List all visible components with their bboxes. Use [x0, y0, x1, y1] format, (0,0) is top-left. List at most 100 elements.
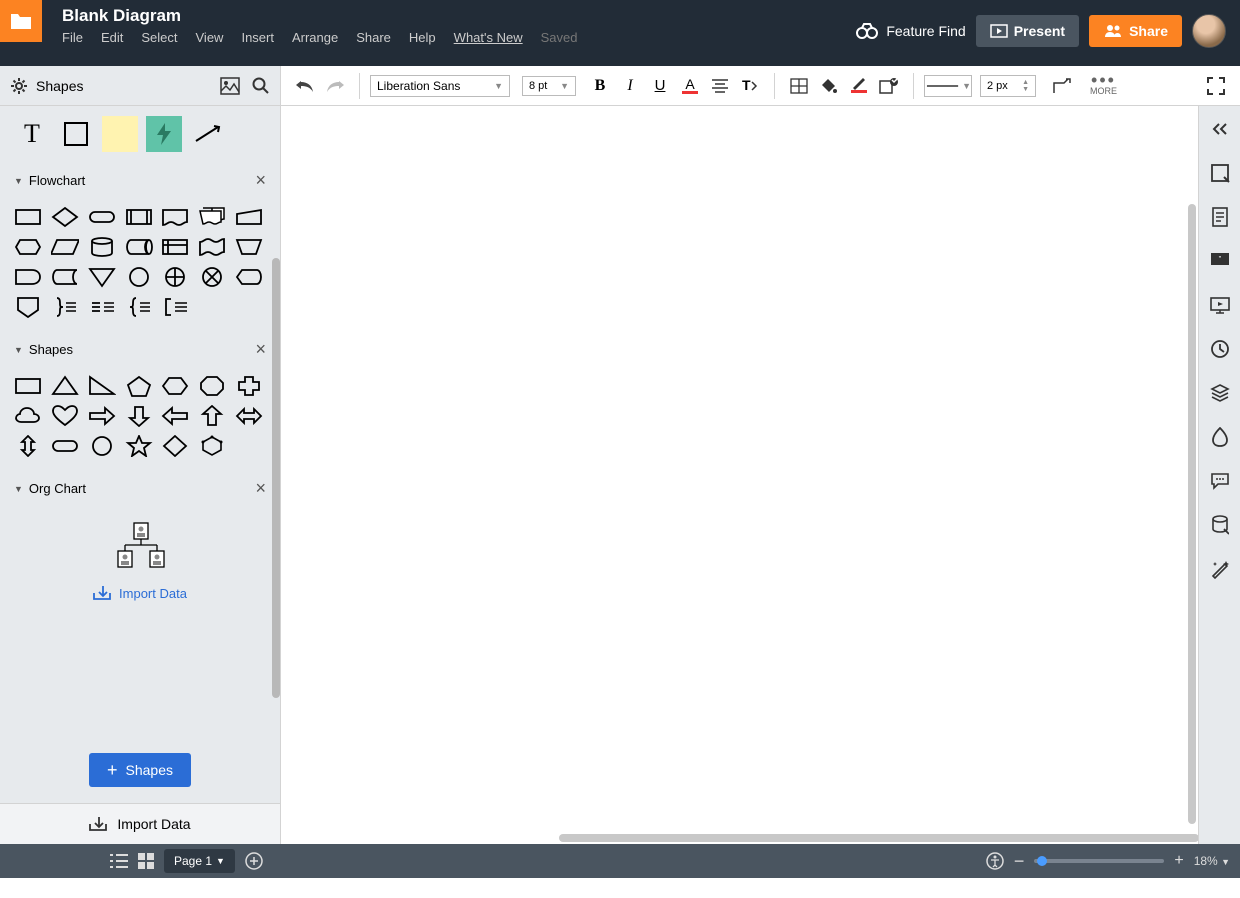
italic-button[interactable]: I: [616, 72, 644, 100]
undo-button[interactable]: [291, 72, 319, 100]
share-button[interactable]: Share: [1089, 15, 1182, 47]
shape-paper-tape[interactable]: [198, 237, 226, 257]
menu-help[interactable]: Help: [409, 30, 436, 45]
shape-preparation[interactable]: [14, 237, 42, 257]
shape-direct-data[interactable]: [125, 237, 153, 257]
note-tool[interactable]: [102, 116, 138, 152]
accessibility-icon[interactable]: [986, 852, 1004, 870]
canvas-scrollbar-vertical[interactable]: [1188, 114, 1196, 804]
fullscreen-button[interactable]: [1202, 72, 1230, 100]
line-color-button[interactable]: [845, 72, 873, 100]
shape-decision[interactable]: [51, 207, 79, 227]
page-tab[interactable]: Page 1▼: [164, 849, 235, 873]
shape-right-triangle[interactable]: [88, 376, 116, 396]
theme-icon[interactable]: [1209, 426, 1231, 448]
shape-summing[interactable]: [198, 267, 226, 287]
zoom-in-button[interactable]: +: [1174, 852, 1183, 870]
shape-options-button[interactable]: [875, 72, 903, 100]
shape-brace-right[interactable]: [51, 297, 79, 317]
feature-find-button[interactable]: Feature Find: [856, 23, 965, 39]
shape-database[interactable]: [88, 237, 116, 257]
line-width-select[interactable]: 2 px▲▼: [980, 75, 1036, 97]
shape-multidoc[interactable]: [198, 207, 226, 227]
shape-polygon[interactable]: [198, 436, 226, 456]
document-title[interactable]: Blank Diagram: [62, 6, 846, 26]
action-tool[interactable]: [146, 116, 182, 152]
menu-file[interactable]: File: [62, 30, 83, 45]
shape-star[interactable]: [125, 436, 153, 456]
shapes-header[interactable]: Shapes: [10, 77, 220, 95]
list-view-icon[interactable]: [110, 854, 128, 868]
canvas[interactable]: [281, 106, 1198, 844]
shape-display[interactable]: [235, 267, 263, 287]
magic-icon[interactable]: [1209, 558, 1231, 580]
canvas-scrollbar-horizontal[interactable]: [289, 834, 1184, 842]
zoom-level[interactable]: 18% ▼: [1194, 854, 1230, 868]
history-icon[interactable]: [1209, 338, 1231, 360]
shape-process[interactable]: [14, 207, 42, 227]
shape-triangle[interactable]: [51, 376, 79, 396]
close-icon[interactable]: ×: [255, 339, 266, 360]
app-logo[interactable]: [0, 0, 42, 42]
shape-merge[interactable]: [88, 267, 116, 287]
search-icon[interactable]: [252, 77, 270, 95]
shape-brace-left[interactable]: [125, 297, 153, 317]
shape-internal-storage[interactable]: [161, 237, 189, 257]
image-icon[interactable]: [220, 77, 240, 95]
menu-arrange[interactable]: Arrange: [292, 30, 338, 45]
fill-button[interactable]: [815, 72, 843, 100]
comments-icon[interactable]: ”: [1209, 250, 1231, 272]
navigator-icon[interactable]: [1209, 162, 1231, 184]
page-settings-icon[interactable]: [1209, 206, 1231, 228]
font-family-select[interactable]: Liberation Sans▼: [370, 75, 510, 97]
shape-rounded-rect[interactable]: [51, 436, 79, 456]
shape-cross[interactable]: [235, 376, 263, 396]
user-avatar[interactable]: [1192, 14, 1226, 48]
category-shapes-header[interactable]: ▼ Shapes ×: [0, 331, 280, 368]
org-chart-shape[interactable]: [0, 507, 280, 577]
menu-whats-new[interactable]: What's New: [454, 30, 523, 45]
shape-data[interactable]: [51, 237, 79, 257]
shape-manual-input[interactable]: [235, 207, 263, 227]
chat-icon[interactable]: [1209, 470, 1231, 492]
menu-share[interactable]: Share: [356, 30, 391, 45]
shape-cloud[interactable]: [14, 406, 42, 426]
bold-button[interactable]: B: [586, 72, 614, 100]
shape-rectangle[interactable]: [14, 376, 42, 396]
align-button[interactable]: [706, 72, 734, 100]
shape-hexagon[interactable]: [161, 376, 189, 396]
shape-circle[interactable]: [88, 436, 116, 456]
grid-view-icon[interactable]: [138, 853, 154, 869]
shape-bracket[interactable]: [161, 297, 189, 317]
zoom-slider[interactable]: [1034, 859, 1164, 863]
shape-heart[interactable]: [51, 406, 79, 426]
shape-terminator[interactable]: [88, 207, 116, 227]
shape-or[interactable]: [161, 267, 189, 287]
shape-connector[interactable]: [125, 267, 153, 287]
shape-down-arrow[interactable]: [125, 406, 153, 426]
shape-left-arrow[interactable]: [161, 406, 189, 426]
shape-manual-op[interactable]: [235, 237, 263, 257]
shape-right-arrow[interactable]: [88, 406, 116, 426]
menu-edit[interactable]: Edit: [101, 30, 123, 45]
underline-button[interactable]: U: [646, 72, 674, 100]
category-flowchart-header[interactable]: ▼ Flowchart ×: [0, 162, 280, 199]
shape-predefined[interactable]: [125, 207, 153, 227]
org-import-data-link[interactable]: Import Data: [0, 577, 280, 617]
menu-view[interactable]: View: [196, 30, 224, 45]
shape-up-arrow[interactable]: [198, 406, 226, 426]
shape-document[interactable]: [161, 207, 189, 227]
present-button[interactable]: Present: [976, 15, 1079, 47]
shape-stored-data[interactable]: [51, 267, 79, 287]
add-shapes-button[interactable]: + Shapes: [89, 753, 191, 787]
close-icon[interactable]: ×: [255, 170, 266, 191]
layout-button[interactable]: [785, 72, 813, 100]
more-button[interactable]: •••MORE: [1090, 75, 1117, 96]
shape-double-arrow-h[interactable]: [235, 406, 263, 426]
line-tool[interactable]: [190, 116, 226, 152]
text-tool[interactable]: T: [14, 116, 50, 152]
line-routing-button[interactable]: [1048, 72, 1076, 100]
line-style-select[interactable]: ▼: [924, 75, 972, 97]
add-page-button[interactable]: [245, 852, 263, 870]
shape-pentagon[interactable]: [125, 376, 153, 396]
